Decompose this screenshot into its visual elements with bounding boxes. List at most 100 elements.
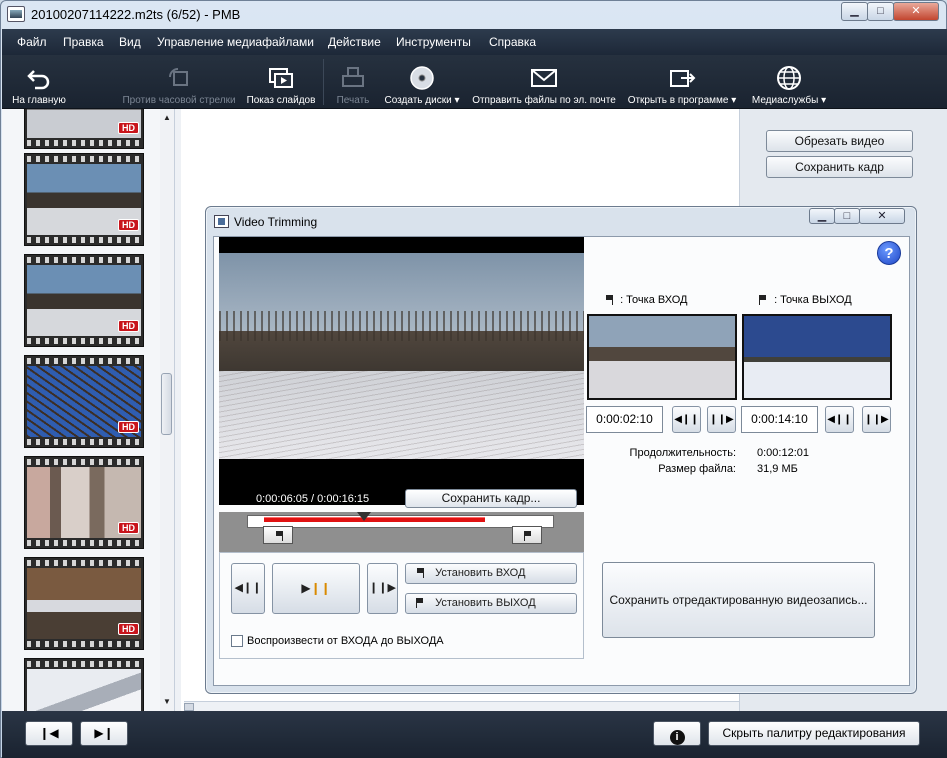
- dropdown-arrow-icon: ▾: [454, 95, 460, 106]
- info-icon: i: [669, 730, 685, 745]
- window-title: 20100207114222.m2ts (6/52) - PMB: [31, 7, 241, 22]
- in-flag-icon: [416, 568, 424, 577]
- skip-last-icon: ▶❙: [94, 726, 114, 740]
- save-frame-button[interactable]: Сохранить кадр: [766, 156, 913, 178]
- scroll-up-icon[interactable]: ▲: [162, 113, 172, 123]
- media-services-button[interactable]: Медиаслужбы ▾: [750, 55, 828, 109]
- out-time-field[interactable]: 0:00:14:10: [741, 406, 818, 433]
- hd-badge: HD: [118, 219, 139, 231]
- thumbnail[interactable]: HD: [24, 109, 144, 149]
- last-item-button[interactable]: ▶❙: [80, 721, 128, 746]
- maximize-button[interactable]: □: [867, 2, 894, 21]
- thumbnail[interactable]: HD: [24, 153, 144, 246]
- set-out-button[interactable]: Установить ВЫХОД: [405, 593, 577, 614]
- set-in-button[interactable]: Установить ВХОД: [405, 563, 577, 584]
- out-marker[interactable]: [512, 526, 542, 544]
- dialog-maximize-button[interactable]: □: [834, 208, 860, 224]
- dialog-save-frame-button[interactable]: Сохранить кадр...: [405, 489, 577, 508]
- in-step-back-button[interactable]: ◀❙❙: [672, 406, 701, 433]
- globe-icon: [777, 66, 801, 90]
- title-bar: 20100207114222.m2ts (6/52) - PMB ▁ □ ✕: [1, 1, 946, 29]
- dialog-minimize-button[interactable]: ▁: [809, 208, 835, 224]
- thumbnail[interactable]: HD: [24, 557, 144, 650]
- hide-edit-palette-button[interactable]: Скрыть палитру редактирования: [708, 721, 920, 746]
- scrollbar-thumb[interactable]: [161, 373, 172, 435]
- trim-video-button[interactable]: Обрезать видео: [766, 130, 913, 152]
- home-button[interactable]: На главную: [7, 55, 71, 109]
- first-item-button[interactable]: ❙◀: [25, 721, 73, 746]
- playback-controls: ◀❙❙ ▶❙❙ ❙❙▶ Установить ВХОД Установить В…: [219, 552, 584, 659]
- scrollbar-thumb[interactable]: [184, 703, 194, 711]
- app-window: 20100207114222.m2ts (6/52) - PMB ▁ □ ✕ Ф…: [0, 0, 947, 758]
- prev-frame-button[interactable]: ◀❙❙: [231, 563, 265, 614]
- out-flag-icon: [416, 598, 424, 608]
- menu-tools[interactable]: Инструменты: [396, 35, 471, 49]
- print-button[interactable]: Печать: [329, 55, 377, 109]
- printer-icon: [342, 67, 364, 87]
- rotate-ccw-button[interactable]: Против часовой стрелки: [122, 55, 236, 109]
- menu-view[interactable]: Вид: [119, 35, 141, 49]
- thumbnail[interactable]: HD: [24, 254, 144, 347]
- out-step-forward-button[interactable]: ❙❙▶: [862, 406, 891, 433]
- rotate-icon: [169, 68, 188, 86]
- menu-action[interactable]: Действие: [328, 35, 381, 49]
- step-back-icon: ◀❙❙: [674, 414, 699, 425]
- open-external-icon: [670, 70, 696, 87]
- app-icon: [7, 6, 25, 22]
- thumbnail[interactable]: [24, 658, 144, 711]
- menu-media-management[interactable]: Управление медиафайлами: [157, 35, 314, 49]
- menu-help[interactable]: Справка: [489, 35, 536, 49]
- in-step-forward-button[interactable]: ❙❙▶: [707, 406, 736, 433]
- scroll-down-icon[interactable]: ▼: [162, 697, 172, 707]
- duration-value: 0:00:12:01: [757, 447, 809, 459]
- hd-badge: HD: [118, 623, 139, 635]
- envelope-icon: [531, 69, 557, 87]
- menu-edit[interactable]: Правка: [63, 35, 104, 49]
- disc-icon: [410, 66, 434, 90]
- step-forward-icon: ❙❙▶: [709, 414, 734, 425]
- hd-badge: HD: [118, 522, 139, 534]
- back-arrow-icon: [27, 70, 50, 90]
- film-icon: [214, 215, 229, 228]
- close-button[interactable]: ✕: [893, 2, 939, 21]
- create-discs-button[interactable]: Создать диски ▾: [382, 55, 462, 109]
- next-frame-button[interactable]: ❙❙▶: [367, 563, 398, 614]
- save-edited-video-button[interactable]: Сохранить отредактированную видеозапись.…: [602, 562, 875, 638]
- out-point-preview: [742, 314, 892, 400]
- thumbnail-panel: HD HD HD HD HD HD ▲ ▼: [2, 109, 174, 711]
- play-pause-button[interactable]: ▶❙❙: [272, 563, 360, 614]
- thumbnail-scrollbar[interactable]: ▲ ▼: [160, 109, 174, 711]
- out-flag-icon: [524, 531, 532, 541]
- bottom-bar: ❙◀ ▶❙ i Скрыть палитру редактирования: [2, 711, 947, 758]
- horizontal-scrollbar[interactable]: [184, 701, 739, 711]
- menu-file[interactable]: Файл: [17, 35, 47, 49]
- thumbnail[interactable]: HD: [24, 355, 144, 448]
- play-in-out-checkbox[interactable]: [231, 635, 243, 647]
- dropdown-arrow-icon: ▾: [821, 95, 827, 106]
- play-pause-icon: ▶❙❙: [301, 581, 331, 595]
- send-email-button[interactable]: Отправить файлы по эл. почте: [472, 55, 616, 109]
- video-frame: [219, 253, 584, 459]
- in-time-field[interactable]: 0:00:02:10: [586, 406, 663, 433]
- in-marker[interactable]: [263, 526, 293, 544]
- out-step-back-button[interactable]: ◀❙❙: [825, 406, 854, 433]
- dialog-close-button[interactable]: ✕: [859, 208, 905, 224]
- info-button[interactable]: i: [653, 721, 701, 746]
- dropdown-arrow-icon: ▾: [731, 95, 737, 106]
- step-back-icon: ◀❙❙: [827, 414, 852, 425]
- thumbnail[interactable]: HD: [24, 456, 144, 549]
- slideshow-button[interactable]: Показ слайдов: [246, 55, 316, 109]
- video-preview: 0:00:06:05 / 0:00:16:15 Сохранить кадр..…: [219, 237, 584, 508]
- trim-timeline[interactable]: [219, 512, 584, 552]
- toolbar-separator: [323, 59, 324, 105]
- minimize-button[interactable]: ▁: [841, 2, 868, 21]
- help-icon[interactable]: ?: [877, 241, 901, 265]
- in-point-label: : Точка ВХОД: [605, 294, 687, 306]
- playhead-icon[interactable]: [357, 512, 371, 521]
- open-in-program-button[interactable]: Открыть в программе ▾: [626, 55, 738, 109]
- filesize-label: Размер файла:: [658, 463, 736, 475]
- selected-range: [264, 517, 485, 522]
- in-flag-icon: [275, 531, 283, 540]
- play-in-out-label: Воспроизвести от ВХОДА до ВЫХОДА: [247, 635, 444, 647]
- current-timecode: 0:00:06:05 / 0:00:16:15: [256, 493, 370, 505]
